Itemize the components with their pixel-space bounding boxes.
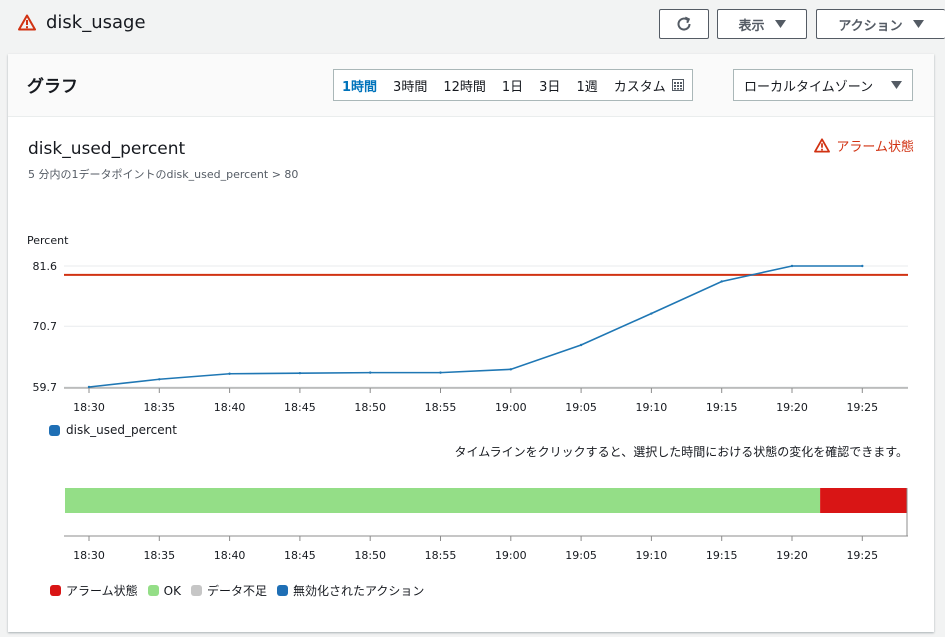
x-tick-label: 18:55 [425, 401, 457, 414]
alarm-name: disk_usage [46, 12, 146, 33]
alarm-swatch [50, 585, 61, 596]
timeline-tick-label: 18:45 [284, 549, 316, 562]
disabled-label: 無効化されたアクション [292, 584, 425, 598]
ok-swatch [147, 585, 159, 596]
data-point [298, 371, 302, 375]
alarm-state-label: アラーム状態 [836, 140, 914, 155]
range-custom-label: カスタム [613, 79, 666, 95]
panel-title: グラフ [27, 77, 78, 97]
range-3d[interactable]: 3日 [531, 70, 568, 100]
timeline-alarm-segment[interactable] [820, 488, 907, 513]
disabled-swatch [276, 585, 288, 596]
range-12h[interactable]: 12時間 [435, 70, 494, 100]
timeline-tick-label: 19:05 [565, 549, 597, 562]
state-legend-insufficient: データ不足 [190, 582, 267, 599]
calendar-icon [671, 79, 684, 91]
x-tick-label: 19:10 [636, 401, 668, 414]
data-point [861, 264, 864, 268]
timeline-tick-label: 18:35 [143, 549, 175, 562]
range-custom[interactable]: カスタム [606, 70, 692, 100]
timeline-tick-label: 19:00 [495, 549, 527, 562]
y-tick-label: 70.7 [33, 320, 58, 333]
ok-label: OK [163, 583, 181, 598]
data-point [650, 312, 653, 315]
timeline-tick-label: 18:40 [214, 549, 246, 562]
range-1w[interactable]: 1週 [568, 70, 605, 100]
x-tick-label: 18:45 [284, 401, 316, 414]
panel-header: グラフ 1時間 3時間 12時間 1日 3日 1週 カスタム ローカルタイムゾー… [8, 54, 934, 117]
legend-label: disk_used_percent [66, 423, 177, 437]
data-point [439, 371, 442, 374]
alarm-state-badge: アラーム状態 [814, 136, 914, 155]
x-tick-label: 18:30 [73, 401, 105, 414]
data-point [509, 368, 512, 371]
y-axis-label: Percent [27, 234, 69, 247]
x-tick-label: 18:40 [214, 401, 246, 414]
caret-down-icon [891, 81, 902, 89]
warning-icon [18, 14, 36, 31]
x-tick-label: 19:00 [495, 401, 527, 414]
timeline-tick-label: 18:50 [354, 549, 386, 562]
x-tick-label: 19:25 [846, 401, 878, 414]
timezone-select[interactable]: ローカルタイムゾーン [733, 69, 913, 101]
timeline-tick-label: 18:55 [425, 549, 457, 562]
caret-down-icon [912, 20, 924, 28]
insufficient-swatch [190, 585, 202, 596]
timezone-label: ローカルタイムゾーン [744, 79, 874, 95]
timeline-tick-label: 18:30 [73, 549, 105, 562]
x-tick-label: 19:20 [776, 401, 808, 414]
refresh-button[interactable] [659, 9, 709, 39]
warning-icon [814, 138, 831, 153]
metric-name: disk_used_percent [28, 139, 186, 159]
graph-panel: グラフ 1時間 3時間 12時間 1日 3日 1週 カスタム ローカルタイムゾー… [8, 54, 934, 632]
x-tick-label: 18:50 [354, 401, 386, 414]
y-tick-label: 81.6 [33, 260, 58, 273]
alarm-title: disk_usage [18, 12, 146, 33]
view-button[interactable]: 表示 [717, 9, 807, 39]
actions-button[interactable]: アクション [816, 9, 945, 39]
view-button-label: 表示 [738, 18, 765, 34]
x-tick-label: 19:05 [565, 401, 597, 414]
data-point [579, 343, 583, 347]
chart-legend: disk_used_percent [49, 423, 177, 437]
alarm-label: アラーム状態 [66, 584, 138, 598]
top-bar: disk_usage 表示 アクション [0, 0, 945, 50]
insufficient-label: データ不足 [206, 584, 267, 598]
actions-button-label: アクション [838, 18, 903, 34]
state-legend-ok: OK [147, 582, 181, 599]
timeline-tick-label: 19:20 [776, 549, 808, 562]
state-legend: アラーム状態 OK データ不足 無効化されたアクション [50, 582, 424, 599]
range-1d[interactable]: 1日 [494, 70, 531, 100]
x-tick-label: 18:35 [143, 401, 175, 414]
metric-description: 5 分内の1データポイントのdisk_used_percent > 80 [28, 168, 299, 181]
x-tick-label: 19:15 [706, 401, 738, 414]
range-1h[interactable]: 1時間 [334, 70, 385, 100]
timeline-tick-label: 19:15 [706, 549, 738, 562]
data-point [228, 372, 231, 375]
state-timeline[interactable]: 18:30 18:35 18:40 18:45 18:50 18:55 19:00 19:05… [8, 469, 934, 589]
timeline-hint: タイムラインをクリックすると、選択した時間における状態の変化を確認できます。 [454, 445, 908, 459]
legend-swatch [49, 424, 60, 436]
data-point [87, 385, 91, 389]
refresh-icon [677, 16, 691, 31]
timeline-tick-label: 19:25 [846, 549, 878, 562]
caret-down-icon [774, 20, 786, 28]
data-point [369, 371, 372, 374]
data-point [720, 280, 723, 283]
timeline-ok-segment[interactable] [65, 488, 821, 513]
data-point [158, 378, 161, 381]
y-tick-label: 59.7 [33, 381, 58, 394]
range-3h[interactable]: 3時間 [385, 70, 435, 100]
state-legend-disabled: 無効化されたアクション [276, 582, 425, 599]
state-legend-alarm: アラーム状態 [50, 582, 138, 599]
data-point [790, 264, 794, 268]
time-range-selector: 1時間 3時間 12時間 1日 3日 1週 カスタム [333, 69, 693, 101]
timeline-tick-label: 19:10 [636, 549, 668, 562]
